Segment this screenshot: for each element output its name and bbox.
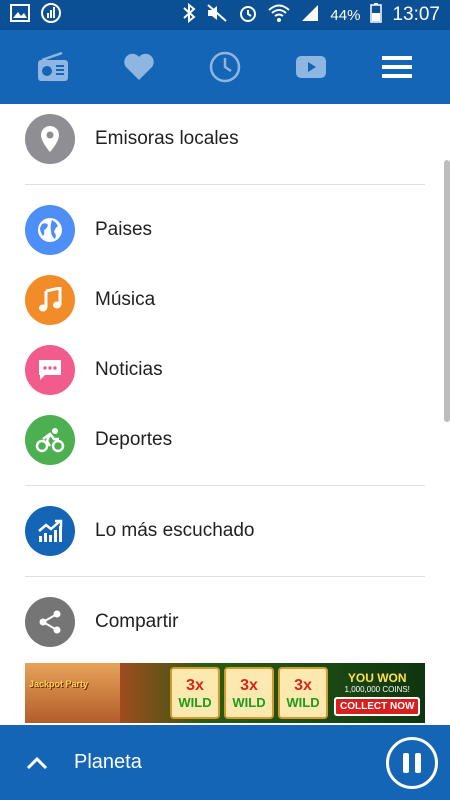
- chevron-up-icon[interactable]: [25, 755, 49, 771]
- ad-collect-button[interactable]: COLLECT NOW: [334, 696, 421, 716]
- ad-reel-multiplier: 3x: [186, 676, 204, 694]
- signal-icon: [300, 3, 320, 28]
- clock-time: 13:07: [392, 4, 440, 25]
- battery-icon: [370, 2, 383, 28]
- ad-logo: Jackpot Party: [29, 679, 89, 689]
- ad-reel-multiplier: 3x: [294, 676, 312, 694]
- globe-icon: [25, 205, 75, 255]
- cycling-icon: [25, 415, 75, 465]
- menu-item-label: Paises: [95, 219, 153, 240]
- ad-headline: YOU WON: [347, 670, 407, 685]
- mini-player[interactable]: Planeta: [0, 725, 450, 800]
- favorites-tab[interactable]: [109, 37, 169, 97]
- youtube-tab[interactable]: [281, 37, 341, 97]
- ad-reel: 3x WILD: [170, 667, 220, 719]
- advertisement-banner[interactable]: Jackpot Party 3x WILD 3x WILD 3x WILD YOU W…: [25, 663, 425, 723]
- ad-reel-text: WILD: [286, 694, 320, 710]
- ad-coins: 1,000,000 COINS!: [344, 684, 410, 694]
- share-icon: [25, 597, 75, 647]
- menu-item-label: Compartir: [95, 611, 179, 632]
- menu-item-label: Noticias: [95, 359, 163, 380]
- menu-item-local-stations[interactable]: Emisoras locales: [0, 104, 450, 174]
- ad-reel: 3x WILD: [224, 667, 274, 719]
- divider: [25, 184, 425, 185]
- pause-button[interactable]: [386, 737, 438, 789]
- alarm-icon: [238, 3, 258, 28]
- clock-icon: [209, 51, 241, 83]
- music-note-icon: [25, 275, 75, 325]
- scrollbar[interactable]: [444, 160, 450, 422]
- heart-icon: [124, 53, 154, 80]
- youtube-icon: [296, 56, 326, 78]
- divider: [25, 485, 425, 486]
- menu-item-label: Emisoras locales: [95, 128, 239, 149]
- bluetooth-icon: [182, 2, 196, 28]
- history-tab[interactable]: [195, 37, 255, 97]
- menu-item-share[interactable]: Compartir: [0, 587, 450, 657]
- mute-icon: [206, 3, 228, 28]
- top-navigation-bar: [0, 30, 450, 104]
- ad-prize: YOU WON 1,000,000 COINS! COLLECT NOW: [334, 670, 421, 716]
- wifi-icon: [268, 3, 291, 28]
- menu-item-sports[interactable]: Deportes: [0, 405, 450, 475]
- menu-list: Emisoras locales Paises Música Noticias …: [0, 104, 450, 662]
- menu-item-label: Deportes: [95, 429, 173, 450]
- status-bar: 44% 13:07: [0, 0, 450, 30]
- ad-reel-multiplier: 3x: [240, 676, 258, 694]
- ad-reel-text: WILD: [178, 694, 212, 710]
- pause-icon: [403, 753, 409, 773]
- radio-tab[interactable]: [23, 37, 83, 97]
- menu-item-countries[interactable]: Paises: [0, 195, 450, 265]
- divider: [25, 576, 425, 577]
- radio-icon: [38, 52, 68, 81]
- ad-image: Jackpot Party: [25, 663, 120, 723]
- ad-slot-reels: 3x WILD 3x WILD 3x WILD: [170, 667, 328, 719]
- menu-item-top[interactable]: Lo más escuchado: [0, 496, 450, 566]
- trending-chart-icon: [25, 506, 75, 556]
- message-icon: [25, 345, 75, 395]
- menu-item-label: Música: [95, 289, 156, 310]
- pause-icon: [415, 753, 421, 773]
- station-name: Planeta: [74, 751, 142, 773]
- menu-item-music[interactable]: Música: [0, 265, 450, 335]
- location-icon: [25, 114, 75, 164]
- menu-tab[interactable]: [367, 37, 427, 97]
- data-usage-icon: [40, 2, 62, 29]
- ad-reel-text: WILD: [232, 694, 266, 710]
- menu-item-news[interactable]: Noticias: [0, 335, 450, 405]
- battery-percent: 44%: [330, 6, 361, 24]
- ad-reel: 3x WILD: [278, 667, 328, 719]
- gallery-notification-icon: [10, 3, 30, 27]
- menu-item-label: Lo más escuchado: [95, 520, 255, 541]
- menu-icon: [382, 56, 412, 78]
